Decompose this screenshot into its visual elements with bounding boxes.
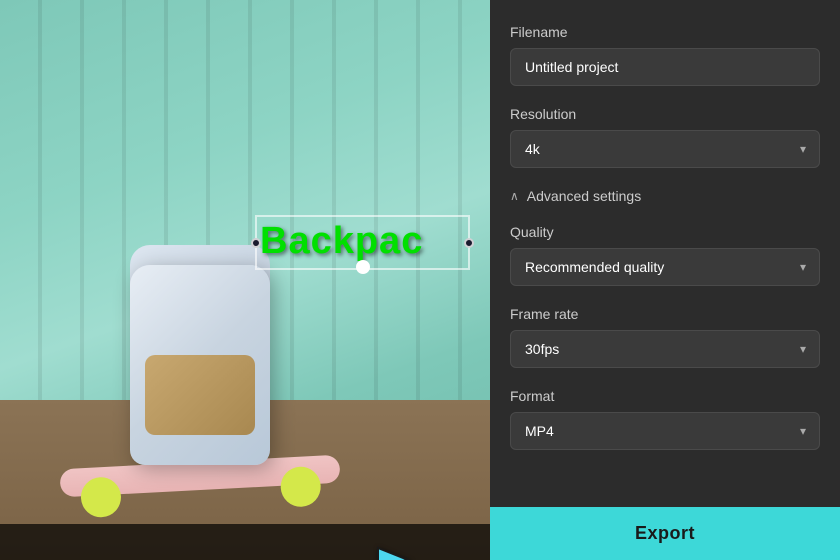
handle-left[interactable] (251, 238, 261, 248)
quality-select-wrapper: Low quality Recommended quality High qua… (510, 248, 820, 286)
video-preview-panel: Backpac (0, 0, 490, 560)
video-frame: Backpac (0, 0, 490, 560)
filename-input[interactable] (510, 48, 820, 86)
advanced-settings-toggle[interactable]: ∧ Advanced settings (510, 188, 820, 204)
resolution-group: Resolution 720p 1080p 4k ▾ (510, 106, 820, 168)
framerate-select[interactable]: 24fps 30fps 60fps (510, 330, 820, 368)
format-label: Format (510, 388, 820, 404)
advanced-settings-chevron-icon: ∧ (510, 189, 519, 203)
quality-select[interactable]: Low quality Recommended quality High qua… (510, 248, 820, 286)
framerate-select-wrapper: 24fps 30fps 60fps ▾ (510, 330, 820, 368)
resolution-label: Resolution (510, 106, 820, 122)
settings-content: Filename Resolution 720p 1080p 4k ▾ ∧ Ad… (490, 0, 840, 507)
format-group: Format MP4 MOV AVI GIF ▾ (510, 388, 820, 450)
filename-label: Filename (510, 24, 820, 40)
filename-group: Filename (510, 24, 820, 86)
quality-group: Quality Low quality Recommended quality … (510, 224, 820, 286)
quality-label: Quality (510, 224, 820, 240)
format-select-wrapper: MP4 MOV AVI GIF ▾ (510, 412, 820, 450)
framerate-label: Frame rate (510, 306, 820, 322)
backpack (120, 245, 280, 465)
bottom-bar (0, 524, 490, 560)
advanced-settings-label: Advanced settings (527, 188, 641, 204)
backpack-pocket (145, 355, 255, 435)
handle-bottom[interactable] (356, 260, 370, 274)
framerate-group: Frame rate 24fps 30fps 60fps ▾ (510, 306, 820, 368)
settings-panel: Filename Resolution 720p 1080p 4k ▾ ∧ Ad… (490, 0, 840, 560)
handle-right[interactable] (464, 238, 474, 248)
export-button[interactable]: Export (490, 507, 840, 560)
format-select[interactable]: MP4 MOV AVI GIF (510, 412, 820, 450)
resolution-select[interactable]: 720p 1080p 4k (510, 130, 820, 168)
selection-box (255, 215, 470, 270)
resolution-select-wrapper: 720p 1080p 4k ▾ (510, 130, 820, 168)
